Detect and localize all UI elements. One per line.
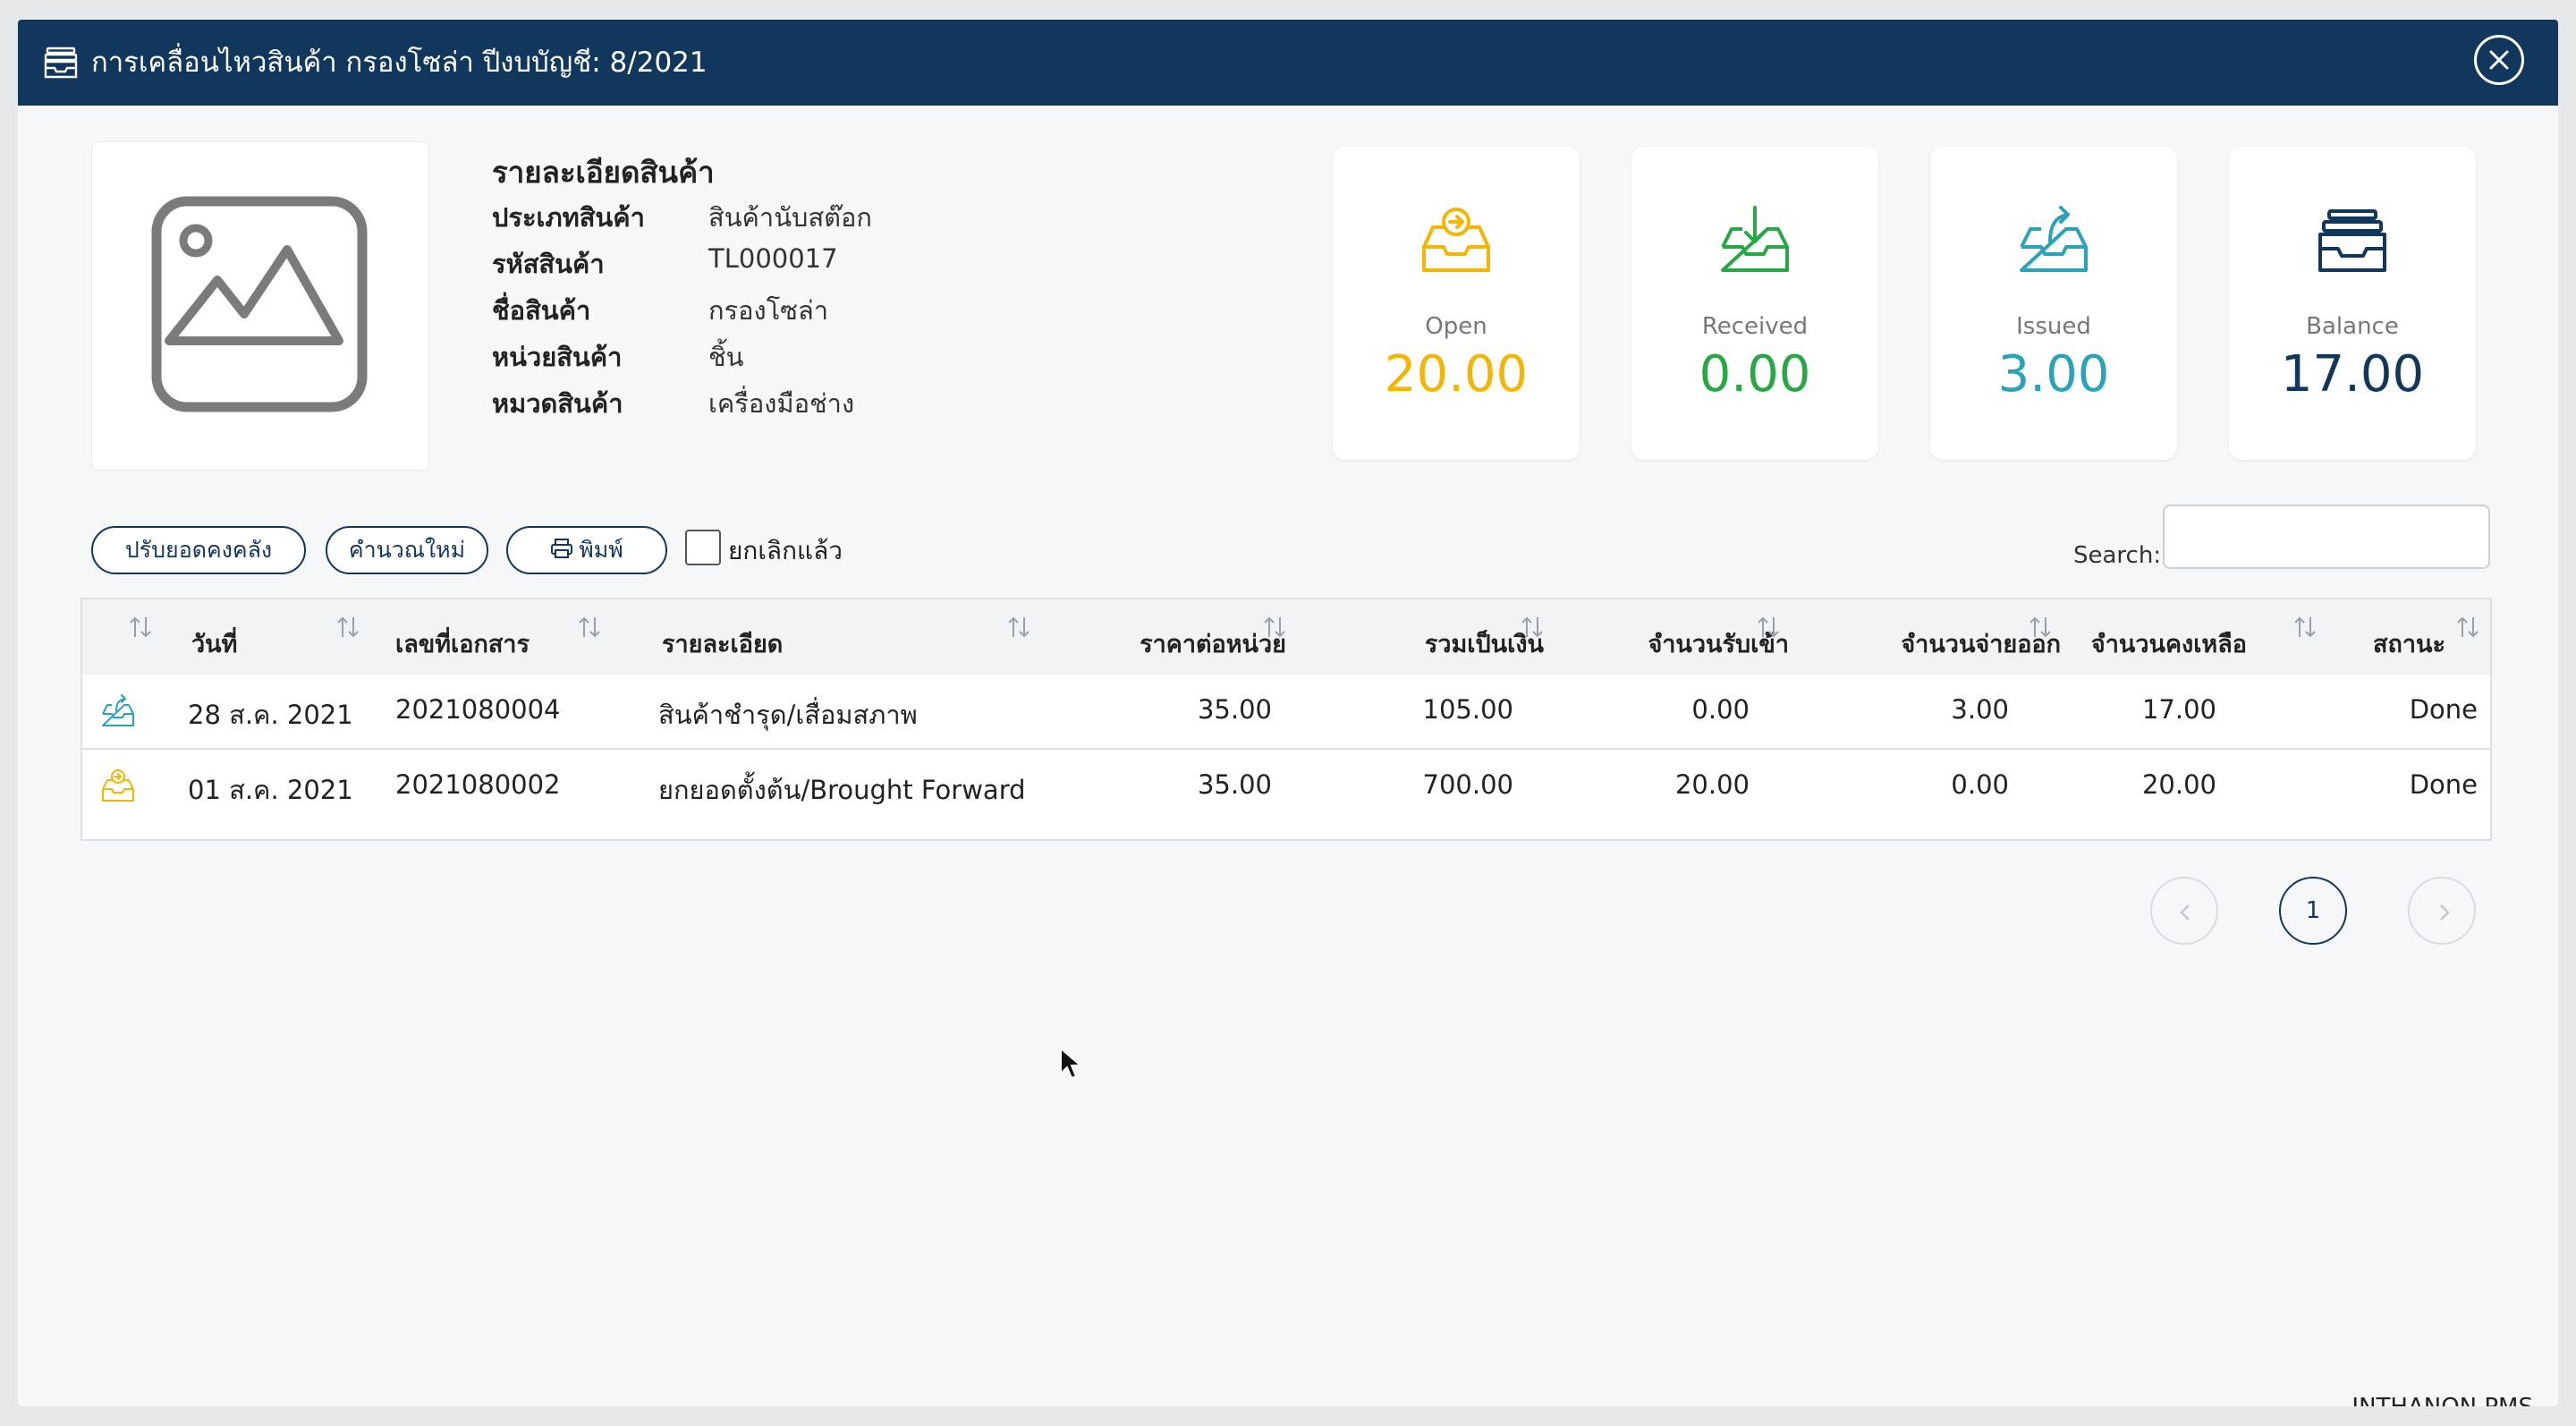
cell-qty-balance: 17.00 [2141, 694, 2216, 725]
stat-label: Received [1701, 313, 1809, 340]
sort-icon[interactable] [1755, 614, 1782, 641]
stat-card-issued: Issued 3.00 [1930, 147, 2177, 460]
print-button[interactable]: พิมพ์ [506, 526, 667, 574]
table-row[interactable]: 28 ส.ค. 2021 2021080004 สินค้าชำรุด/เสื่… [82, 675, 2490, 750]
movement-table: วันที่ เลขที่เอกสาร รายละเอียด ราคาต่อหน… [80, 598, 2492, 841]
column-header-qty-balance[interactable]: จำนวนคงเหลือ [2091, 624, 2247, 663]
sort-icon[interactable] [2454, 614, 2481, 641]
sort-icon[interactable] [127, 614, 154, 641]
inbox-download-icon [1721, 206, 1789, 272]
search-input[interactable] [2163, 505, 2490, 569]
table-header: วันที่ เลขที่เอกสาร รายละเอียด ราคาต่อหน… [82, 599, 2490, 675]
stat-value-open: 20.00 [1384, 345, 1529, 403]
cell-status: Done [2409, 694, 2478, 725]
print-label: พิมพ์ [579, 537, 623, 563]
chevron-right-icon [2440, 904, 2450, 921]
close-icon [2489, 50, 2509, 70]
cell-qty-in: 0.00 [1691, 694, 1750, 725]
cell-unit-price: 35.00 [1197, 694, 1272, 725]
chevron-left-icon [2180, 904, 2190, 921]
modal-title: การเคลื่อนไหวสินค้า กรองโซล่า ปีงบบัญชี:… [91, 47, 708, 79]
stat-card-received: Received 0.00 [1631, 147, 1878, 460]
detail-value: กรองโซล่า [708, 295, 829, 326]
product-detail-title: รายละเอียดสินค้า [492, 155, 715, 190]
cell-unit-price: 35.00 [1197, 769, 1272, 800]
stat-card-open: Open 20.00 [1333, 147, 1580, 460]
sort-icon[interactable] [2027, 614, 2054, 641]
stat-card-balance: Balance 17.00 [2229, 147, 2476, 460]
column-header-date[interactable]: วันที่ [191, 624, 237, 663]
adjust-stock-button[interactable]: ปรับยอดคงคลัง [91, 526, 306, 574]
sort-icon[interactable] [1005, 614, 1032, 641]
detail-value: ชิ้น [708, 342, 744, 372]
stat-label: Open [1425, 313, 1487, 340]
cell-detail: สินค้าชำรุด/เสื่อมสภาพ [658, 700, 918, 730]
search-label: Search: [2073, 542, 2162, 569]
image-placeholder-icon [151, 196, 368, 412]
detail-value: TL000017 [708, 243, 838, 274]
cell-qty-out: 0.00 [1951, 769, 2009, 800]
cell-status: Done [2409, 769, 2478, 800]
inbox-in-icon [102, 769, 134, 802]
cell-date: 28 ส.ค. 2021 [188, 700, 353, 730]
sort-icon[interactable] [1519, 614, 1546, 641]
cell-qty-balance: 20.00 [2141, 769, 2216, 800]
stat-label: Issued [2016, 313, 2091, 340]
cell-date: 01 ส.ค. 2021 [188, 775, 353, 805]
detail-label: ประเภทสินค้า [492, 202, 645, 233]
cell-doc-no: 2021080004 [395, 694, 561, 725]
sort-icon[interactable] [576, 614, 603, 641]
inbox-in-icon [1422, 208, 1490, 272]
stat-value-balance: 17.00 [2280, 345, 2425, 403]
detail-value: เครื่องมือช่าง [708, 388, 855, 419]
inbox-upload-icon [102, 694, 134, 726]
recalculate-button[interactable]: คำนวณใหม่ [326, 526, 488, 574]
cancelled-checkbox[interactable] [685, 530, 721, 565]
archive-box-icon [2318, 209, 2386, 272]
cell-detail: ยกยอดตั้งต้น/Brought Forward [658, 775, 1026, 805]
column-header-status[interactable]: สถานะ [2373, 624, 2445, 663]
cell-qty-out: 3.00 [1951, 694, 2009, 725]
footer-brand: INTHANON PMS [2351, 1394, 2533, 1406]
table-row[interactable]: 01 ส.ค. 2021 2021080002 ยกยอดตั้งต้น/Bro… [82, 748, 2490, 825]
cancelled-label: ยกเลิกแล้ว [728, 536, 843, 565]
cell-total: 700.00 [1422, 769, 1513, 800]
stock-movement-modal: การเคลื่อนไหวสินค้า กรองโซล่า ปีงบบัญชี:… [18, 20, 2558, 1406]
detail-label: ชื่อสินค้า [492, 295, 591, 326]
previous-page-button[interactable] [2150, 877, 2218, 945]
detail-value: สินค้านับสต๊อก [708, 202, 872, 233]
detail-label: หน่วยสินค้า [492, 342, 623, 372]
column-header-doc-no[interactable]: เลขที่เอกสาร [395, 624, 530, 663]
detail-label: รหัสสินค้า [492, 249, 605, 279]
stat-label: Balance [2306, 313, 2399, 340]
archive-box-icon [44, 47, 78, 79]
mouse-cursor-icon [1060, 1048, 1081, 1079]
sort-icon[interactable] [335, 614, 361, 641]
sort-icon[interactable] [1261, 614, 1288, 641]
detail-label: หมวดสินค้า [492, 388, 623, 419]
modal-header: การเคลื่อนไหวสินค้า กรองโซล่า ปีงบบัญชี:… [18, 20, 2558, 106]
stat-value-received: 0.00 [1699, 345, 1811, 403]
column-header-detail[interactable]: รายละเอียด [662, 624, 783, 663]
next-page-button[interactable] [2408, 877, 2476, 945]
sort-icon[interactable] [2292, 614, 2318, 641]
page-1-button[interactable]: 1 [2279, 877, 2347, 945]
cell-qty-in: 20.00 [1674, 769, 1750, 800]
close-button[interactable] [2474, 35, 2524, 85]
cell-total: 105.00 [1422, 694, 1513, 725]
printer-icon [551, 539, 573, 558]
product-image [91, 141, 429, 471]
inbox-upload-icon [2020, 206, 2088, 272]
stat-value-issued: 3.00 [1997, 345, 2110, 403]
cell-doc-no: 2021080002 [395, 769, 561, 800]
